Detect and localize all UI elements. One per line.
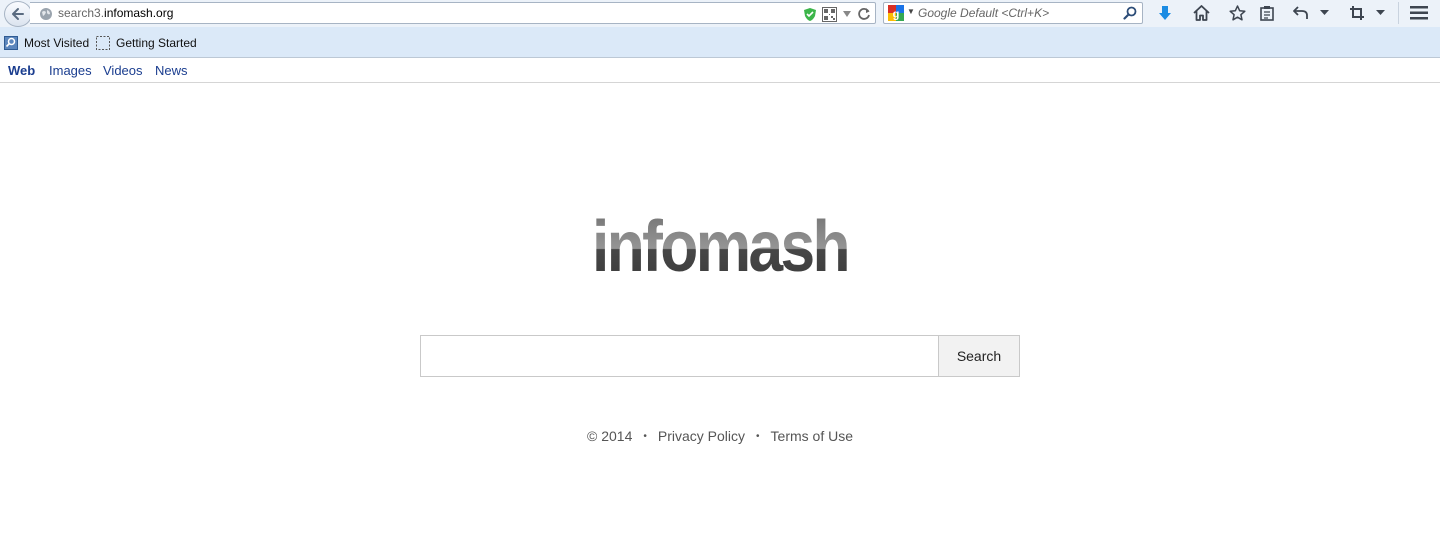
undo-dropdown-button[interactable] [1317, 4, 1331, 22]
reload-icon[interactable] [857, 7, 871, 21]
url-text: search3.infomash.org [58, 6, 174, 20]
footer-separator: • [643, 431, 647, 442]
footer-separator: • [756, 431, 760, 442]
engine-dropdown-icon[interactable]: ▼ [907, 7, 915, 16]
google-icon[interactable]: g [888, 5, 904, 21]
toolbar-separator [1398, 2, 1399, 24]
main-search-form: Search [420, 335, 1020, 377]
magnifier-icon[interactable] [1123, 6, 1137, 20]
crop-icon [1350, 6, 1364, 20]
undo-icon [1293, 6, 1308, 19]
tab-images[interactable]: Images [49, 63, 92, 78]
tab-web[interactable]: Web [8, 63, 35, 78]
bookmark-getting-started[interactable]: Getting Started [96, 36, 197, 50]
copyright: © 2014 [587, 428, 633, 444]
search-button[interactable]: Search [938, 335, 1020, 377]
infomash-logo: infomash [592, 207, 851, 283]
menu-icon [1410, 6, 1428, 20]
blank-page-icon [96, 36, 110, 50]
browser-search-input[interactable] [918, 4, 1118, 22]
clipboard-button[interactable] [1257, 4, 1277, 22]
qr-code-icon[interactable] [822, 6, 837, 22]
navigation-toolbar: search3.infomash.org g ▼ [0, 0, 1440, 27]
bookmarks-toolbar: Most Visited Getting Started [0, 27, 1440, 58]
search-category-nav: Web Images Videos News [0, 58, 1440, 83]
dropdown-arrow-icon [1375, 10, 1385, 15]
crop-dropdown-button[interactable] [1373, 4, 1387, 22]
download-icon [1159, 6, 1171, 20]
dropdown-arrow-icon [1319, 10, 1329, 15]
dropdown-arrow-icon[interactable] [842, 10, 852, 18]
shield-check-icon[interactable] [803, 7, 817, 22]
home-icon [1192, 5, 1210, 21]
bookmark-star-button[interactable] [1227, 4, 1247, 22]
svg-text:infomash: infomash [592, 207, 848, 283]
browser-search-bar: g ▼ [883, 2, 1143, 24]
most-visited-icon [4, 36, 18, 50]
bookmark-most-visited[interactable]: Most Visited [4, 36, 89, 50]
svg-text:g: g [893, 9, 900, 21]
tab-videos[interactable]: Videos [103, 63, 143, 78]
star-icon [1228, 5, 1246, 21]
menu-button[interactable] [1409, 4, 1429, 22]
back-arrow-icon [12, 8, 24, 20]
footer: © 2014 • Privacy Policy • Terms of Use [0, 428, 1440, 444]
terms-of-use-link[interactable]: Terms of Use [771, 428, 853, 444]
crop-button[interactable] [1347, 4, 1367, 22]
back-button[interactable] [4, 1, 32, 27]
undo-button[interactable] [1291, 4, 1311, 22]
downloads-button[interactable] [1155, 4, 1175, 22]
tab-news[interactable]: News [155, 63, 188, 78]
home-button[interactable] [1191, 4, 1211, 22]
url-bar[interactable]: search3.infomash.org [30, 2, 876, 24]
globe-icon [40, 8, 52, 20]
privacy-policy-link[interactable]: Privacy Policy [658, 428, 745, 444]
clipboard-icon [1260, 6, 1274, 21]
main-search-input[interactable] [420, 335, 939, 377]
